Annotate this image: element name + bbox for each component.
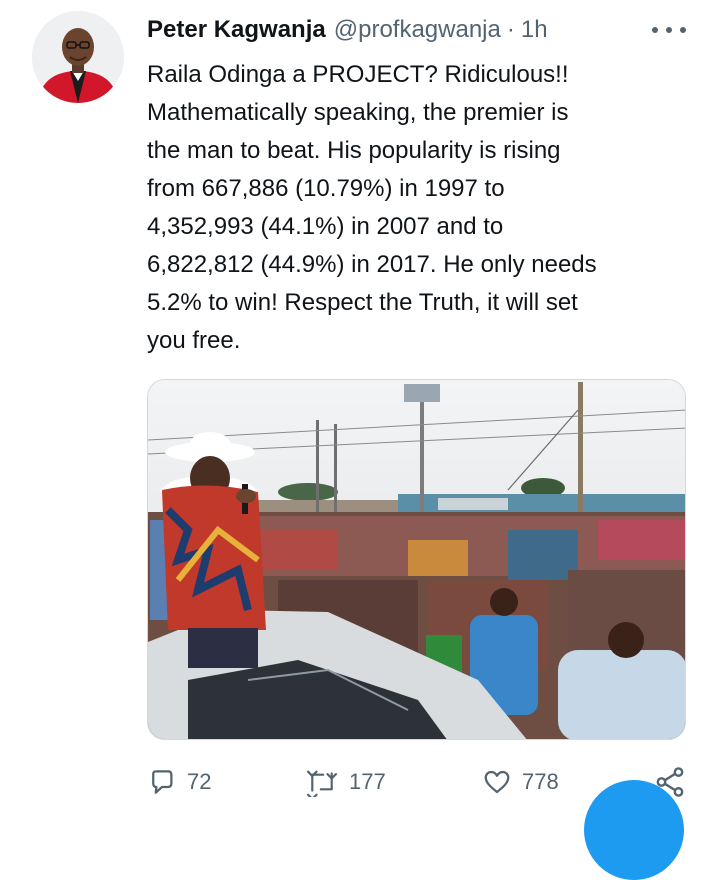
more-dot <box>680 27 686 33</box>
header-separator: · <box>506 16 515 43</box>
reply-button[interactable]: 72 <box>147 762 211 802</box>
tweet-text: Raila Odinga a PROJECT? Ridiculous!! Mat… <box>147 61 597 354</box>
tweet-timestamp[interactable]: 1h <box>521 16 548 44</box>
more-dot <box>666 27 672 33</box>
reply-icon <box>147 767 177 797</box>
more-dot <box>652 27 658 33</box>
author-avatar[interactable] <box>32 11 124 103</box>
author-name[interactable]: Peter Kagwanja <box>147 16 326 44</box>
retweet-button[interactable]: 177 <box>305 762 386 802</box>
tweet-photo[interactable] <box>147 379 686 740</box>
retweet-icon <box>305 767 339 797</box>
compose-fab-button[interactable] <box>584 780 684 880</box>
heart-icon <box>482 767 512 797</box>
more-dots-icon[interactable] <box>652 22 686 38</box>
like-count: 778 <box>522 769 559 794</box>
reply-count: 72 <box>187 769 212 794</box>
author-handle[interactable]: @profkagwanja <box>334 16 501 44</box>
retweet-count: 177 <box>349 769 386 794</box>
like-button[interactable]: 778 <box>482 762 559 802</box>
tweet-header: Peter Kagwanja @profkagwanja · 1h <box>147 12 548 48</box>
